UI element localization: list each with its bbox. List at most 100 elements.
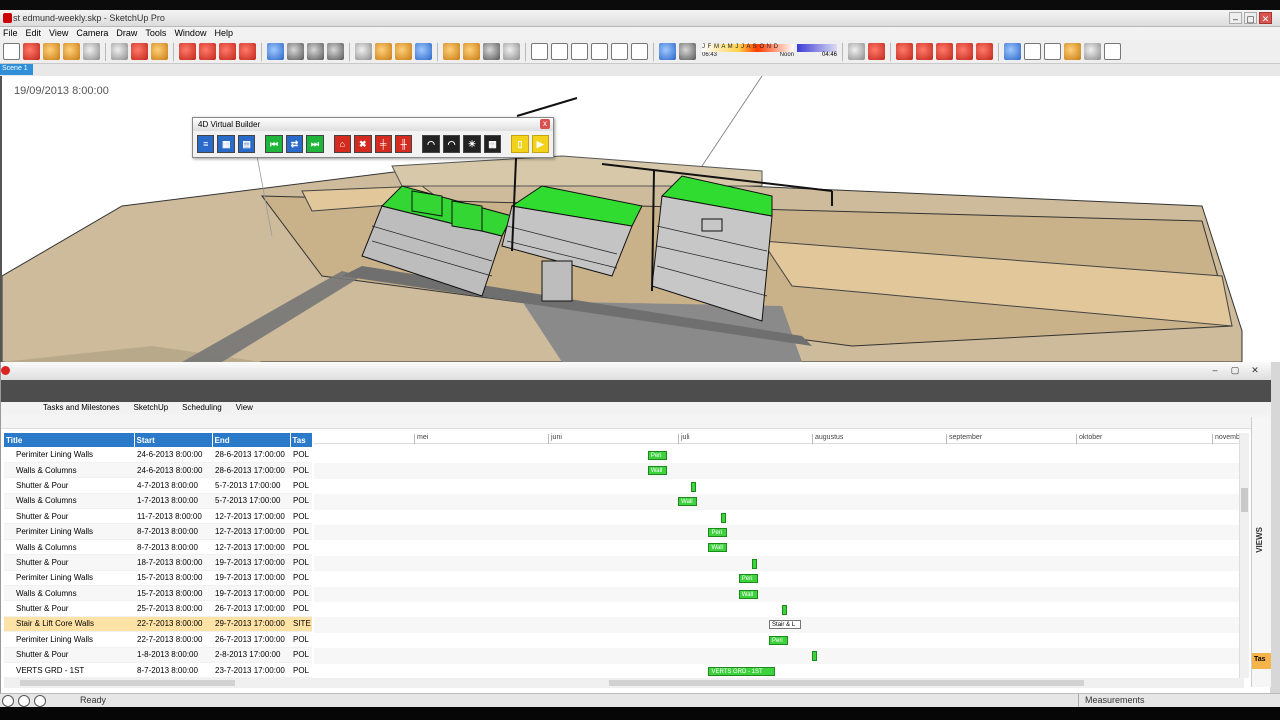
cell-end[interactable]: 26-7-2013 17:00:00 [212, 631, 290, 648]
cell-tas[interactable]: POL [290, 539, 312, 556]
cell-tas[interactable]: POL [290, 600, 312, 617]
gantt-milestone[interactable] [691, 481, 697, 492]
cell-tas[interactable]: POL [290, 554, 312, 571]
share-model-icon[interactable] [463, 43, 480, 60]
cell-end[interactable]: 19-7-2013 17:00:00 [212, 585, 290, 602]
cell-tas[interactable]: POL [290, 493, 312, 510]
calendar-settings-icon[interactable]: ▦ [483, 135, 502, 153]
table-row[interactable]: Walls & Columns 15-7-2013 8:00:00 19-7-201… [4, 585, 312, 602]
video-icon[interactable]: ▶ [531, 135, 549, 153]
gantt-grid-icon[interactable]: ▦ [217, 135, 235, 153]
play-forward-icon[interactable]: ⏭ [306, 135, 324, 153]
table-row[interactable]: Shutter & Pour 25-7-2013 8:00:00 26-7-2013… [4, 600, 312, 617]
cell-end[interactable]: 28-6-2013 17:00:00 [212, 447, 290, 463]
cell-title[interactable]: Perimiter Lining Walls [4, 447, 134, 463]
iso-view-icon[interactable] [531, 43, 548, 60]
vertical-scrollbar[interactable] [1239, 433, 1249, 678]
menu-window[interactable]: Window [171, 27, 211, 40]
tab-view[interactable]: View [232, 402, 263, 415]
textured-icon[interactable] [1084, 43, 1101, 60]
table-row[interactable]: Walls & Columns 1-7-2013 8:00:00 5-7-2013 … [4, 493, 312, 510]
section-display-icon[interactable] [868, 43, 885, 60]
cell-start[interactable]: 24-6-2013 8:00:00 [134, 447, 212, 463]
push-pull-icon[interactable] [179, 43, 196, 60]
pan-icon[interactable] [287, 43, 304, 60]
select-tool-icon[interactable] [3, 43, 20, 60]
cell-title[interactable]: Perimiter Lining Walls [4, 523, 134, 540]
flip-edge-icon[interactable] [976, 43, 993, 60]
cell-end[interactable]: 28-6-2013 17:00:00 [212, 462, 290, 479]
cell-title[interactable]: Walls & Columns [4, 462, 134, 479]
credits-icon[interactable] [18, 695, 30, 707]
circle-tool-icon[interactable] [63, 43, 80, 60]
top-view-icon[interactable] [551, 43, 568, 60]
gantt-bar[interactable]: Peri [738, 574, 758, 584]
drape-icon[interactable] [936, 43, 953, 60]
warehouse-icon[interactable] [443, 43, 460, 60]
table-row[interactable]: Perimiter Lining Walls 24-6-2013 8:00:00 2… [4, 447, 312, 463]
offset-icon[interactable] [239, 43, 256, 60]
cell-start[interactable]: 24-6-2013 8:00:00 [134, 462, 212, 479]
tape-measure-icon[interactable] [355, 43, 372, 60]
cell-title[interactable]: Perimiter Lining Walls [4, 570, 134, 587]
table-row[interactable]: Walls & Columns 24-6-2013 8:00:00 28-6-201… [4, 462, 312, 479]
gantt-milestone[interactable] [812, 651, 818, 662]
shadow-month-slider[interactable]: J F M A M J J A S O N D [702, 43, 794, 52]
gantt-milestone[interactable] [782, 605, 788, 615]
cell-title[interactable]: Walls & Columns [4, 493, 134, 510]
cell-title[interactable]: Walls & Columns [4, 539, 134, 556]
cell-tas[interactable]: POL [290, 462, 312, 479]
cell-end[interactable]: 26-7-2013 17:00:00 [212, 600, 290, 617]
grid-scroll-thumb[interactable] [20, 680, 235, 686]
cell-start[interactable]: 11-7-2013 8:00:00 [134, 508, 212, 525]
gantt-scroll-thumb[interactable] [609, 680, 1084, 686]
gantt-bar[interactable]: VERTS GRD - 1ST [708, 666, 776, 676]
cell-tas[interactable]: POL [290, 585, 312, 602]
line-tool-icon[interactable] [23, 43, 40, 60]
cell-start[interactable]: 15-7-2013 8:00:00 [134, 570, 212, 587]
xray-icon[interactable] [1004, 43, 1021, 60]
split-icon[interactable]: ╪ [374, 135, 392, 153]
extension-icon[interactable] [503, 43, 520, 60]
table-row[interactable]: VERTS GRD - 1ST 8-7-2013 8:00:00 23-7-2013… [4, 662, 312, 678]
views-label[interactable]: VIEWS [1255, 527, 1264, 553]
rewind-icon[interactable]: ⏮ [265, 135, 283, 153]
scheduler-close-button[interactable]: ✕ [1247, 364, 1263, 376]
cell-start[interactable]: 15-7-2013 8:00:00 [134, 585, 212, 602]
gantt-bar[interactable]: Peri [647, 451, 667, 460]
cell-end[interactable]: 19-7-2013 17:00:00 [212, 554, 290, 571]
cell-title[interactable]: Stair & Lift Core Walls [4, 616, 134, 633]
add-detail-icon[interactable] [956, 43, 973, 60]
rotate-icon[interactable] [219, 43, 236, 60]
cell-tas[interactable]: POL [290, 508, 312, 525]
cell-title[interactable]: Shutter & Pour [4, 477, 134, 494]
right-view-icon[interactable] [591, 43, 608, 60]
arc-right-icon[interactable]: ◠ [442, 135, 461, 153]
shadow-settings[interactable]: J F M A M J J A S O N D 06:43 Noon [702, 43, 794, 60]
cell-end[interactable]: 19-7-2013 17:00:00 [212, 570, 290, 587]
minimize-button[interactable]: – [1229, 12, 1242, 24]
cell-start[interactable]: 1-7-2013 8:00:00 [134, 493, 212, 510]
cell-title[interactable]: Shutter & Pour [4, 647, 134, 663]
cell-end[interactable]: 12-7-2013 17:00:00 [212, 539, 290, 556]
wireframe-icon[interactable] [1024, 43, 1041, 60]
col-start[interactable]: Start [134, 433, 213, 447]
shadow-time-bar[interactable] [797, 43, 837, 52]
menu-view[interactable]: View [46, 27, 73, 40]
home-remove-icon[interactable]: ✖ [354, 135, 372, 153]
section-plane-icon[interactable] [848, 43, 865, 60]
cell-title[interactable]: Shutter & Pour [4, 554, 134, 571]
geo-location-icon[interactable] [2, 695, 14, 707]
gantt-bar[interactable]: Stair & L [769, 620, 802, 630]
move-icon[interactable] [199, 43, 216, 60]
cell-title[interactable]: Walls & Columns [4, 585, 134, 602]
cell-start[interactable]: 22-7-2013 8:00:00 [134, 631, 212, 648]
user-icon[interactable] [34, 695, 46, 707]
cell-tas[interactable]: POL [290, 447, 312, 463]
monochrome-icon[interactable] [1104, 43, 1121, 60]
fog-icon[interactable] [679, 43, 696, 60]
cell-end[interactable]: 12-7-2013 17:00:00 [212, 508, 290, 525]
cell-end[interactable]: 12-7-2013 17:00:00 [212, 523, 290, 540]
cell-start[interactable]: 4-7-2013 8:00:00 [134, 477, 212, 494]
sun-icon[interactable]: ☀ [463, 135, 481, 153]
